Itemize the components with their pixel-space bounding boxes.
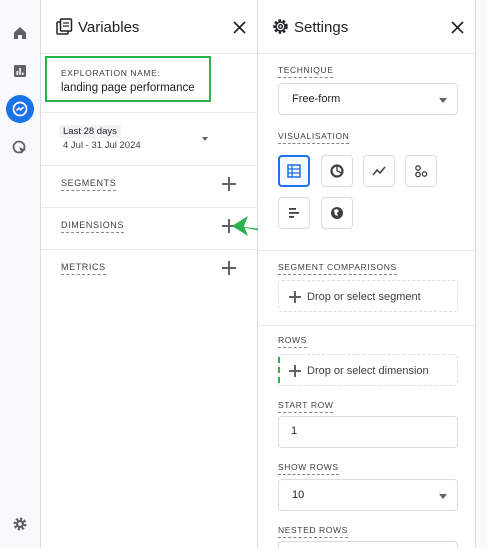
show-rows-select[interactable]: 10 [278,479,458,511]
settings-header: Settings [258,0,475,54]
divider [258,250,475,251]
advertising-icon[interactable] [6,134,34,162]
start-row-label: START ROW [278,400,334,413]
exploration-name-value: landing page performance [61,82,195,94]
segments-label: SEGMENTS [61,178,117,191]
canvas-edge [476,0,487,548]
donut-chart-icon[interactable] [321,155,353,187]
dimensions-label: DIMENSIONS [61,220,125,233]
technique-select[interactable]: Free-form [278,83,458,115]
explore-icon[interactable] [6,95,34,123]
drop-indicator [278,357,280,383]
exploration-name-label: EXPLORATION NAME: [61,68,161,78]
segments-section: SEGMENTS [41,166,257,208]
settings-panel: Settings TECHNIQUE Free-form VISUALISATI… [258,0,476,548]
settings-gear-icon [272,18,289,40]
table-icon[interactable] [278,155,310,187]
close-settings-icon[interactable] [447,17,467,37]
rows-drop-text: Drop or select dimension [307,365,429,377]
add-segment-icon[interactable] [221,176,237,192]
variables-title: Variables [78,19,140,36]
home-icon[interactable] [6,19,34,47]
add-dimension-icon[interactable] [221,218,237,234]
chevron-down-icon [202,137,208,141]
metrics-label: METRICS [61,262,106,275]
technique-value: Free-form [292,93,341,105]
variables-icon [56,18,73,40]
nested-rows-select[interactable] [278,541,458,548]
nested-rows-label: NESTED ROWS [278,525,348,538]
divider [258,325,475,326]
technique-label: TECHNIQUE [278,65,334,78]
settings-title: Settings [294,19,349,36]
start-row-field[interactable] [291,425,441,437]
show-rows-value: 10 [292,489,305,501]
plus-icon [289,291,301,303]
bar-chart-icon[interactable] [278,197,310,229]
start-row-input[interactable] [278,416,458,448]
chevron-down-icon [439,494,447,499]
dimensions-section: DIMENSIONS [41,208,257,250]
variables-header: Variables [41,0,257,54]
chevron-down-icon [439,98,447,103]
visualisation-label: VISUALISATION [278,131,350,144]
exploration-name-field[interactable]: EXPLORATION NAME: landing page performan… [45,56,211,102]
segment-comparisons-label: SEGMENT COMPARISONS [278,262,397,275]
date-range-picker[interactable]: Last 28 days 4 Jul - 31 Jul 2024 [41,112,257,166]
admin-gear-icon[interactable] [6,510,34,538]
variables-panel: Variables EXPLORATION NAME: landing page… [41,0,258,548]
metrics-section: METRICS [41,250,257,292]
scatter-plot-icon[interactable] [405,155,437,187]
reports-icon[interactable] [6,57,34,85]
plus-icon [289,365,301,377]
geo-map-icon[interactable] [321,197,353,229]
show-rows-label: SHOW ROWS [278,462,339,475]
line-chart-icon[interactable] [363,155,395,187]
close-variables-icon[interactable] [229,17,249,37]
nav-rail [0,0,41,548]
date-range-text: 4 Jul - 31 Jul 2024 [63,140,141,151]
rows-label: ROWS [278,335,307,348]
date-preset-chip: Last 28 days [59,125,121,138]
add-metric-icon[interactable] [221,260,237,276]
segment-drop-zone[interactable]: Drop or select segment [278,280,458,312]
rows-drop-zone[interactable]: Drop or select dimension [278,354,458,386]
segment-drop-text: Drop or select segment [307,291,421,303]
